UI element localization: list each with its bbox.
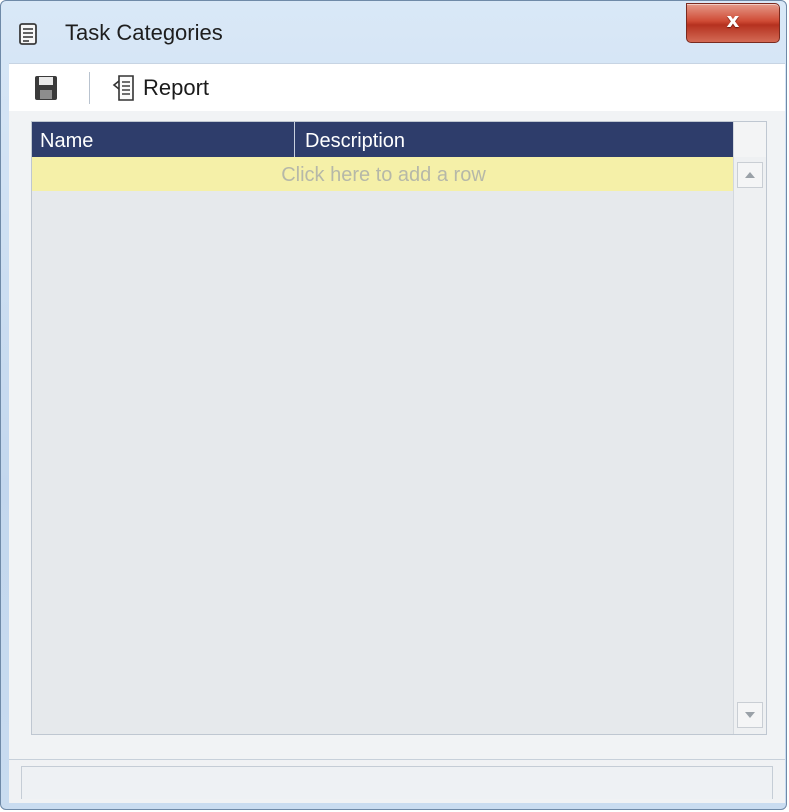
add-row-placeholder[interactable]: Click here to add a row bbox=[32, 157, 735, 191]
toolbar-separator bbox=[89, 72, 90, 104]
toolbar: Report bbox=[9, 63, 785, 113]
column-header-name[interactable]: Name bbox=[32, 122, 295, 157]
grid-header: Name Description bbox=[32, 122, 735, 157]
status-bar bbox=[9, 759, 785, 803]
list-document-icon bbox=[19, 23, 37, 45]
window-title: Task Categories bbox=[65, 20, 223, 45]
scroll-down-button[interactable] bbox=[737, 702, 763, 728]
close-icon: x bbox=[726, 8, 740, 32]
task-categories-window: Task Categories x Report Name Descriptio… bbox=[0, 0, 787, 810]
title-bar: Task Categories x bbox=[1, 1, 786, 63]
report-button[interactable]: Report bbox=[109, 72, 209, 104]
vertical-scrollbar[interactable] bbox=[733, 122, 766, 734]
scroll-up-button[interactable] bbox=[737, 162, 763, 188]
close-button[interactable]: x bbox=[686, 3, 780, 43]
report-label: Report bbox=[143, 75, 210, 100]
grid-container: Name Description Click here to add a row bbox=[9, 111, 785, 759]
scrollbar-corner bbox=[734, 122, 766, 157]
floppy-disk-icon[interactable] bbox=[33, 74, 59, 102]
report-document-icon bbox=[112, 75, 134, 101]
task-categories-grid: Name Description Click here to add a row bbox=[31, 121, 767, 735]
status-panel bbox=[21, 766, 773, 799]
column-header-description[interactable]: Description bbox=[295, 122, 735, 157]
